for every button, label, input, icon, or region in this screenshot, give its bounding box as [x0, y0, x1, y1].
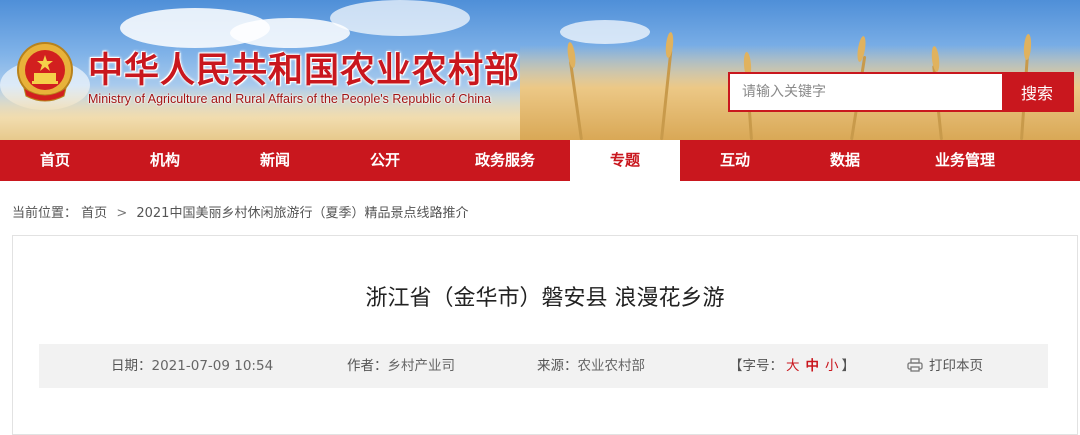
- nav-item-business-management[interactable]: 业务管理: [900, 140, 1030, 181]
- article-panel: 浙江省（金华市）磐安县 浪漫花乡游 日期：2021-07-09 10:54 作者…: [12, 235, 1078, 435]
- print-button[interactable]: 打印本页: [907, 344, 983, 388]
- date-label: 日期：: [111, 358, 152, 374]
- site-title: 中华人民共和国农业农村部: [88, 51, 521, 91]
- source-label: 来源：: [537, 358, 578, 374]
- search-input[interactable]: [730, 74, 1002, 110]
- breadcrumb-prefix: 当前位置：: [12, 206, 78, 221]
- nav-item-home[interactable]: 首页: [0, 140, 110, 181]
- nav-item-topics[interactable]: 专题: [570, 140, 680, 181]
- national-emblem-icon: [14, 40, 76, 106]
- font-size-label: 【字号：: [729, 358, 783, 374]
- breadcrumb-home-link[interactable]: 首页: [81, 206, 107, 221]
- breadcrumb: 当前位置： 首页 > 2021中国美丽乡村休闲旅游行（夏季）精品景点线路推介: [12, 202, 468, 221]
- article-title: 浙江省（金华市）磐安县 浪漫花乡游: [365, 286, 725, 311]
- source-value: 农业农村部: [577, 358, 646, 374]
- nav-item-data[interactable]: 数据: [790, 140, 900, 181]
- search-box: 搜索: [728, 72, 1074, 112]
- breadcrumb-separator: >: [116, 206, 128, 221]
- nav-item-public[interactable]: 公开: [330, 140, 440, 181]
- main-nav: 首页 机构 新闻 公开 政务服务 专题 互动 数据 业务管理: [0, 140, 1080, 181]
- font-size-control: 【字号：大中小】: [729, 344, 855, 388]
- meta-source: 来源：农业农村部: [537, 344, 645, 388]
- cloud-decoration: [330, 0, 470, 36]
- breadcrumb-current-link[interactable]: 2021中国美丽乡村休闲旅游行（夏季）精品景点线路推介: [136, 206, 468, 221]
- font-size-close: 】: [841, 358, 856, 374]
- cloud-decoration: [560, 20, 650, 44]
- printer-icon: [907, 358, 929, 374]
- meta-date: 日期：2021-07-09 10:54: [111, 344, 273, 388]
- nav-item-government-services[interactable]: 政务服务: [440, 140, 570, 181]
- search-button[interactable]: 搜索: [1002, 74, 1072, 110]
- author-label: 作者：: [347, 358, 388, 374]
- font-size-large-button[interactable]: 大: [786, 358, 800, 374]
- nav-item-organization[interactable]: 机构: [110, 140, 220, 181]
- site-subtitle: Ministry of Agriculture and Rural Affair…: [88, 92, 492, 106]
- article-meta-bar: 日期：2021-07-09 10:54 作者：乡村产业司 来源：农业农村部 【字…: [39, 344, 1048, 388]
- author-value: 乡村产业司: [387, 358, 456, 374]
- meta-author: 作者：乡村产业司: [347, 344, 455, 388]
- print-label: 打印本页: [929, 358, 983, 374]
- font-size-medium-button[interactable]: 中: [806, 358, 820, 374]
- nav-item-interaction[interactable]: 互动: [680, 140, 790, 181]
- font-size-small-button[interactable]: 小: [825, 358, 839, 374]
- nav-item-news[interactable]: 新闻: [220, 140, 330, 181]
- site-header: 中华人民共和国农业农村部 Ministry of Agriculture and…: [0, 0, 1080, 140]
- date-value: 2021-07-09 10:54: [151, 358, 274, 374]
